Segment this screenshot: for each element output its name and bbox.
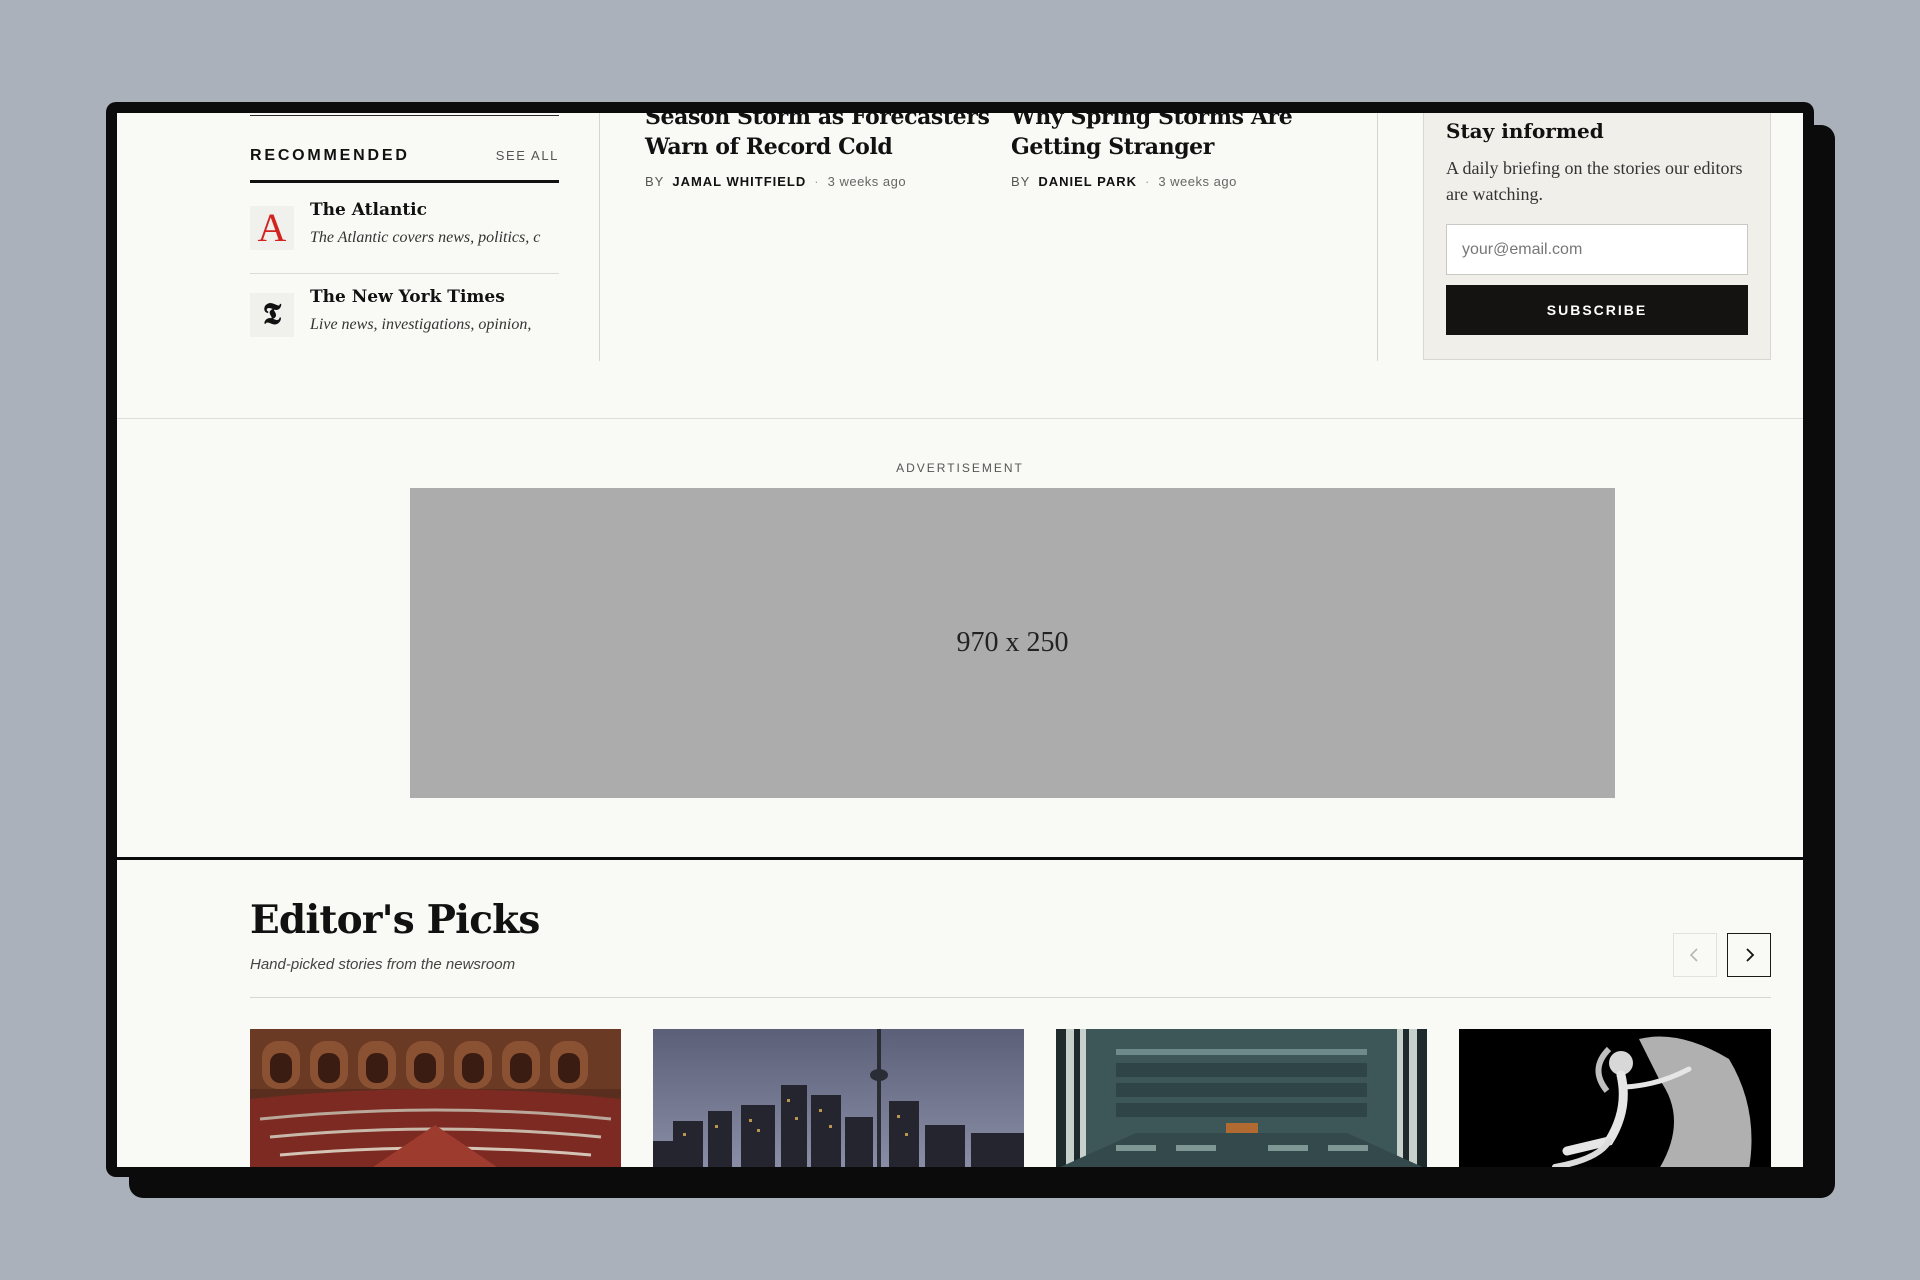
timestamp: 3 weeks ago: [827, 174, 907, 189]
author-link[interactable]: DANIEL PARK: [1038, 174, 1137, 189]
section-title: Editor's Picks: [250, 897, 540, 943]
timestamp: 3 weeks ago: [1158, 174, 1237, 189]
author-link[interactable]: JAMAL WHITFIELD: [672, 174, 806, 189]
page: RECOMMENDED SEE ALL A The Atlantic The A…: [117, 113, 1803, 1167]
divider: [250, 273, 559, 274]
article-byline: BY DANIEL PARK · 3 weeks ago: [1011, 174, 1237, 189]
carousel-next-button[interactable]: [1727, 933, 1771, 977]
pick-card-image[interactable]: [1459, 1029, 1771, 1167]
recommended-item-nyt[interactable]: 𝕿 The New York Times Live news, investig…: [250, 287, 559, 349]
atlantic-logo-icon: A: [250, 206, 294, 250]
newsletter-description: A daily briefing on the stories our edit…: [1446, 158, 1743, 204]
chevron-left-icon: [1689, 948, 1698, 962]
divider: [250, 180, 559, 183]
parliament-chamber-image: [250, 1029, 621, 1167]
divider: [250, 115, 559, 116]
pick-card-image[interactable]: [653, 1029, 1024, 1167]
chevron-right-icon: [1746, 948, 1755, 962]
carousel-prev-button[interactable]: [1673, 933, 1717, 977]
section-subtitle: Hand-picked stories from the newsroom: [250, 956, 516, 973]
ad-label: ADVERTISEMENT: [896, 461, 1024, 475]
browser-window: RECOMMENDED SEE ALL A The Atlantic The A…: [106, 102, 1814, 1177]
recommended-item-name: The New York Times: [310, 287, 505, 307]
article-byline: BY JAMAL WHITFIELD · 3 weeks ago: [645, 174, 907, 189]
recommended-item-desc: Live news, investigations, opinion,: [310, 316, 532, 333]
divider: [117, 418, 1803, 419]
divider: [250, 997, 1771, 998]
section-divider: [117, 857, 1803, 860]
pick-card-image[interactable]: [250, 1029, 621, 1167]
recommended-title: RECOMMENDED: [250, 147, 410, 164]
ad-size-label: 970 x 250: [956, 627, 1069, 658]
recommended-item-atlantic[interactable]: A The Atlantic The Atlantic covers news,…: [250, 200, 559, 262]
pick-card-image[interactable]: [1056, 1029, 1427, 1167]
recommended-item-name: The Atlantic: [310, 200, 427, 220]
ad-slot[interactable]: 970 x 250: [410, 488, 1615, 798]
article-title[interactable]: Why Spring Storms Are Getting Stranger: [1011, 113, 1371, 162]
dancer-image: [1459, 1029, 1771, 1167]
column-divider: [599, 113, 600, 361]
newsletter-box: Stay informed A daily briefing on the st…: [1423, 113, 1771, 360]
city-skyline-image: [653, 1029, 1024, 1167]
see-all-link[interactable]: SEE ALL: [496, 148, 559, 163]
newsletter-title: Stay informed: [1446, 119, 1604, 143]
article-title[interactable]: Season Storm as Forecasters Warn of Reco…: [645, 113, 1005, 162]
nyt-logo-icon: 𝕿: [250, 293, 294, 337]
assembly-hall-image: [1056, 1029, 1427, 1167]
recommended-header: RECOMMENDED SEE ALL: [250, 147, 559, 165]
column-divider: [1377, 113, 1378, 361]
email-field[interactable]: [1446, 224, 1748, 275]
subscribe-button[interactable]: SUBSCRIBE: [1446, 285, 1748, 335]
recommended-item-desc: The Atlantic covers news, politics, c: [310, 229, 541, 246]
